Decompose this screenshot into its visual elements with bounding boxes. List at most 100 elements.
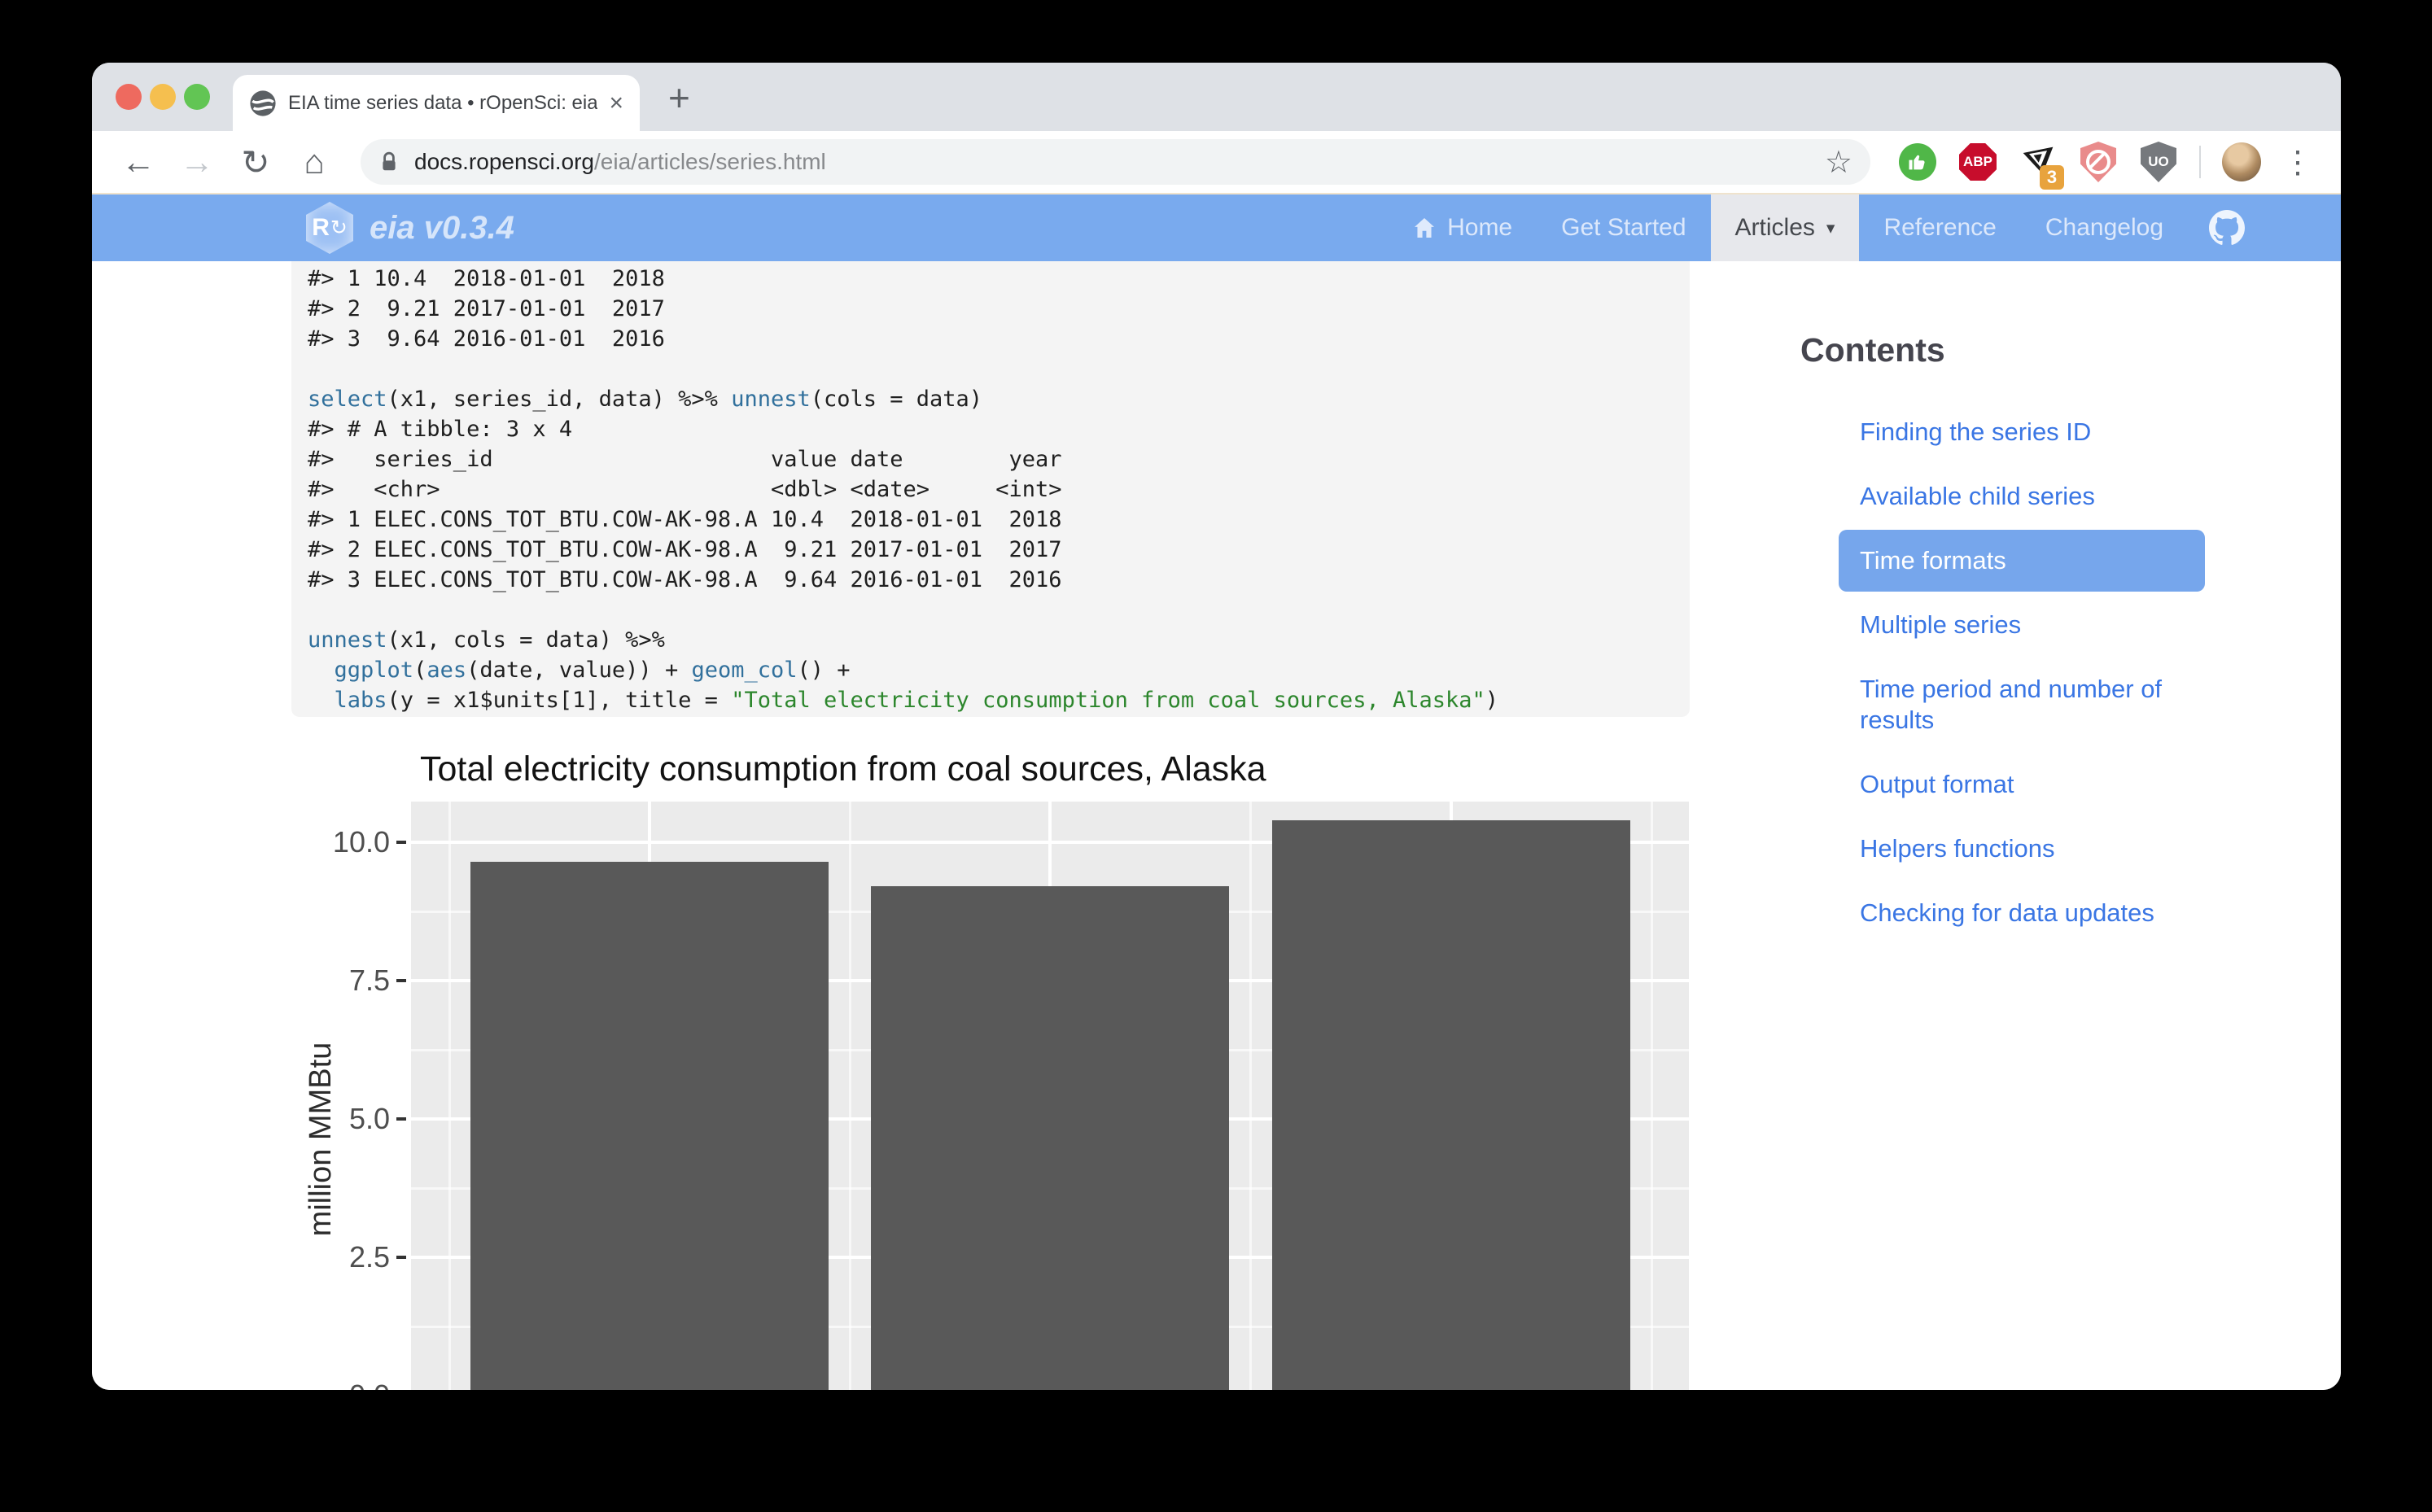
gridline-horizontal-major: [411, 1117, 1689, 1121]
nav-item-label: Home: [1447, 214, 1512, 242]
ropensci-logo-icon: R↻: [306, 202, 353, 254]
code-pre: #> 1 10.4 2018-01-01 2018#> 2 9.21 2017-…: [308, 264, 1690, 715]
code-line: #> 1 ELEC.CONS_TOT_BTU.COW-AK-98.A 10.4 …: [308, 505, 1690, 535]
thumbs-up-extension-icon[interactable]: [1898, 142, 1937, 181]
tab-title: EIA time series data • rOpenSci: eia: [288, 92, 597, 115]
bar-2018-01-01: [1272, 820, 1630, 1390]
back-icon[interactable]: ←: [120, 142, 157, 181]
code-line: #> series_id value date year: [308, 444, 1690, 474]
nav-item-articles[interactable]: Articles ▾: [1711, 194, 1860, 261]
gridline-horizontal-minor: [411, 1187, 1689, 1190]
toc-item-time-period-and-number-of-results[interactable]: Time period and number of results: [1860, 674, 2226, 736]
brand-name: eia v0.3.4: [370, 210, 514, 247]
code-block: #> 1 10.4 2018-01-01 2018#> 2 9.21 2017-…: [291, 261, 1690, 717]
code-line: #> 2 ELEC.CONS_TOT_BTU.COW-AK-98.A 9.21 …: [308, 535, 1690, 565]
nav-item-label: Articles: [1735, 214, 1815, 242]
code-line: [308, 354, 1690, 384]
globe-favicon-icon: [249, 90, 277, 117]
toc-item-checking-for-data-updates[interactable]: Checking for data updates: [1860, 898, 2226, 929]
no-entry-icon: [2086, 150, 2111, 174]
code-line: #> 3 ELEC.CONS_TOT_BTU.COW-AK-98.A 9.64 …: [308, 565, 1690, 595]
chevron-down-icon: ▾: [1826, 218, 1835, 238]
y-tick-label: 10.0: [97, 825, 390, 859]
close-window-button[interactable]: [116, 84, 142, 110]
privacy-badger-extension-icon[interactable]: 3: [2019, 142, 2058, 181]
badger-count-badge: 3: [2040, 165, 2064, 190]
y-tick-mark: [396, 1256, 406, 1259]
toc-item-multiple-series[interactable]: Multiple series: [1860, 610, 2226, 640]
nav-item-get-started[interactable]: Get Started: [1537, 194, 1710, 261]
github-icon: [2209, 210, 2245, 246]
contents-list: Finding the series ID Available child ser…: [1800, 417, 2341, 929]
new-tab-button[interactable]: +: [668, 76, 690, 120]
browser-home-icon[interactable]: ⌂: [295, 142, 333, 181]
gridline-vertical-major: [1048, 802, 1052, 1390]
nav-item-home[interactable]: Home: [1387, 194, 1537, 261]
blocker-shield-extension-icon[interactable]: [2079, 142, 2118, 181]
contents-sidebar: Contents Finding the series ID Available …: [1800, 331, 2341, 929]
gridline-horizontal-major: [411, 979, 1689, 982]
nav-item-github[interactable]: [2188, 194, 2266, 261]
bar-2016-01-01: [470, 862, 829, 1390]
toc-item-finding-the-series-id[interactable]: Finding the series ID: [1860, 417, 2226, 448]
nav-item-label: Reference: [1883, 214, 1996, 242]
reload-icon[interactable]: ↻: [237, 142, 274, 182]
tab-strip: EIA time series data • rOpenSci: eia × +: [92, 63, 2341, 131]
y-tick-label: 2.5: [97, 1240, 390, 1274]
code-line: select(x1, series_id, data) %>% unnest(c…: [308, 384, 1690, 414]
y-axis-label: million MMBtu: [304, 977, 339, 1302]
nav-item-changelog[interactable]: Changelog: [2021, 194, 2188, 261]
url-path: /eia/articles/series.html: [594, 149, 826, 174]
site-navbar: R↻ eia v0.3.4 Home Get Started Articles ▾ Re…: [92, 194, 2341, 261]
toc-item-output-format[interactable]: Output format: [1860, 769, 2226, 800]
site-brand[interactable]: R↻ eia v0.3.4: [306, 194, 514, 261]
gridline-vertical-minor: [1249, 802, 1252, 1390]
browser-toolbar: ← → ↻ ⌂ docs.ropensci.org/eia/articles/s…: [92, 131, 2341, 194]
desktop: { "browser": { "tab": { "title": "EIA ti…: [0, 0, 2432, 1512]
y-tick-label: 0.0: [97, 1379, 390, 1390]
chart-panel: [411, 802, 1689, 1390]
nav-item-reference[interactable]: Reference: [1859, 194, 2020, 261]
tab-close-icon[interactable]: ×: [609, 91, 623, 116]
gridline-horizontal-major: [411, 841, 1689, 844]
ublock-origin-extension-icon[interactable]: UO: [2139, 142, 2178, 181]
gridline-vertical-minor: [1651, 802, 1653, 1390]
gridline-vertical-minor: [849, 802, 851, 1390]
adblock-plus-extension-icon[interactable]: ABP: [1958, 142, 1997, 181]
gridline-vertical-minor: [448, 802, 451, 1390]
minimize-window-button[interactable]: [150, 84, 176, 110]
lock-icon: [378, 150, 400, 174]
toc-item-time-formats[interactable]: Time formats: [1839, 530, 2205, 592]
y-tick-mark: [396, 979, 406, 982]
url-host: docs.ropensci.org: [414, 149, 594, 174]
code-line: labs(y = x1$units[1], title = "Total ele…: [308, 685, 1690, 715]
code-line: #> <chr> <dbl> <date> <int>: [308, 474, 1690, 505]
chart-title: Total electricity consumption from coal …: [420, 749, 1266, 789]
browser-tab[interactable]: EIA time series data • rOpenSci: eia ×: [233, 75, 640, 131]
code-line: #> 1 10.4 2018-01-01 2018: [308, 264, 1690, 294]
forward-icon[interactable]: →: [178, 142, 216, 181]
code-line: #> 3 9.64 2016-01-01 2016: [308, 324, 1690, 354]
gridline-horizontal-minor: [411, 911, 1689, 913]
bookmark-star-icon[interactable]: ☆: [1825, 144, 1852, 181]
nav-item-label: Changelog: [2045, 214, 2163, 242]
profile-avatar[interactable]: [2222, 142, 2261, 181]
browser-menu-icon[interactable]: ⋮: [2282, 144, 2313, 181]
code-line: ggplot(aes(date, value)) + geom_col() +: [308, 655, 1690, 685]
y-tick-mark: [396, 1117, 406, 1121]
y-tick-mark: [396, 841, 406, 844]
toc-item-available-child-series[interactable]: Available child series: [1860, 481, 2226, 512]
site-nav: Home Get Started Articles ▾ Reference Changel…: [1387, 194, 2266, 261]
contents-heading: Contents: [1800, 331, 2341, 369]
toolbar-divider: [2199, 146, 2201, 178]
bar-2017-01-01: [871, 886, 1229, 1390]
y-tick-label: 5.0: [97, 1102, 390, 1136]
address-bar[interactable]: docs.ropensci.org/eia/articles/series.ht…: [361, 139, 1870, 185]
zoom-window-button[interactable]: [184, 84, 210, 110]
toc-item-helpers-functions[interactable]: Helpers functions: [1860, 833, 2226, 864]
code-line: unnest(x1, cols = data) %>%: [308, 625, 1690, 655]
gridline-horizontal-major: [411, 1256, 1689, 1259]
code-line: #> 2 9.21 2017-01-01 2017: [308, 294, 1690, 324]
home-icon: [1411, 215, 1437, 241]
nav-item-label: Get Started: [1561, 214, 1686, 242]
